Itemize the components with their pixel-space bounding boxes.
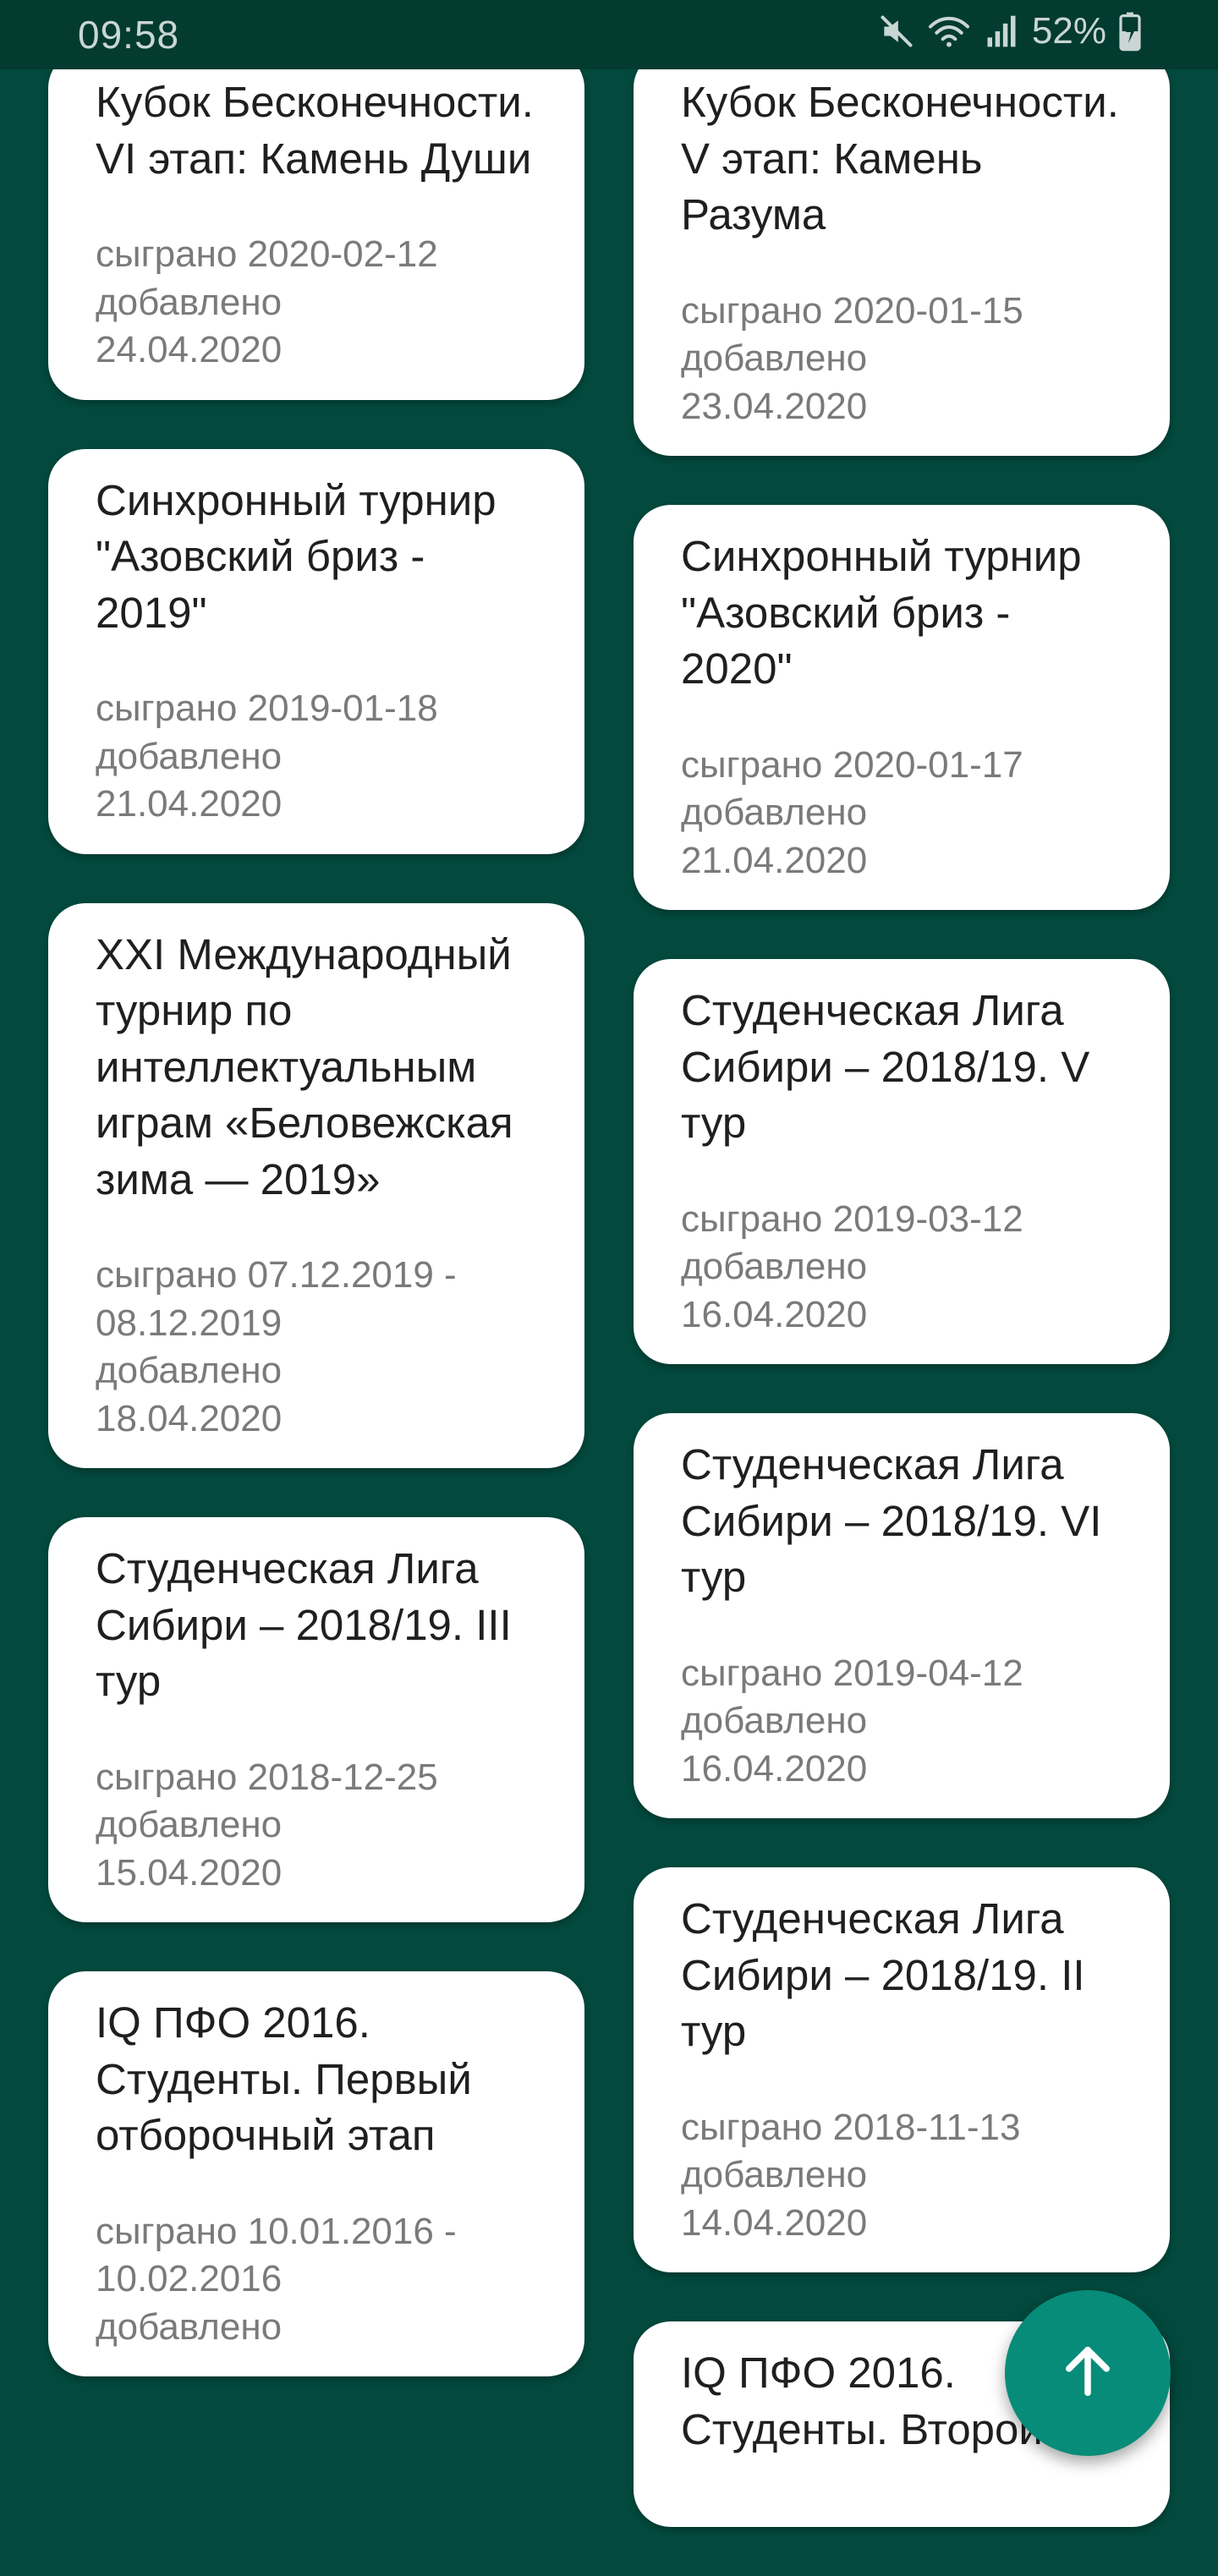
added-date: 18.04.2020 bbox=[96, 1397, 283, 1439]
added-date: 21.04.2020 bbox=[96, 783, 283, 825]
tournament-title: Студенческая Лига Сибири – 2018/19. V ту… bbox=[681, 986, 1090, 1147]
battery-text: 52% bbox=[1031, 10, 1106, 52]
added-label: добавлено bbox=[96, 735, 283, 777]
tournament-card[interactable]: Студенческая Лига Сибири – 2018/19. VI т… bbox=[634, 1413, 1170, 1818]
tournament-meta: сыграно 07.12.2019 - 08.12.2019 добавлен… bbox=[96, 1252, 537, 1443]
status-icons: 52% bbox=[878, 10, 1142, 52]
added-date: 14.04.2020 bbox=[681, 2201, 868, 2244]
tournament-title: Студенческая Лига Сибири – 2018/19. II т… bbox=[681, 1894, 1085, 2055]
played-date: сыграно 2020-01-17 bbox=[681, 743, 1023, 786]
played-date: сыграно 2019-01-18 bbox=[96, 688, 438, 729]
played-date: сыграно 2019-04-12 bbox=[681, 1652, 1023, 1694]
tournament-card[interactable]: Кубок Бесконечности. VI этап: Камень Душ… bbox=[48, 51, 584, 400]
tournament-card[interactable]: IQ ПФО 2016. Студенты. Первый отборочный… bbox=[48, 1971, 584, 2376]
tournament-meta: сыграно 2020-02-12 добавлено 24.04.2020 bbox=[96, 231, 537, 375]
tournament-title: Кубок Бесконечности. V этап: Камень Разу… bbox=[681, 78, 1119, 238]
added-label: добавлено bbox=[96, 281, 283, 323]
tournament-card[interactable]: Кубок Бесконечности. V этап: Камень Разу… bbox=[634, 51, 1170, 456]
right-column: Кубок Бесконечности. V этап: Камень Разу… bbox=[634, 51, 1170, 2576]
signal-icon bbox=[983, 13, 1020, 50]
added-date: 16.04.2020 bbox=[681, 1293, 868, 1335]
mute-icon bbox=[878, 13, 915, 50]
played-date: сыграно 2020-01-15 bbox=[681, 289, 1023, 332]
tournament-meta: сыграно 2020-01-17 добавлено 21.04.2020 bbox=[681, 742, 1122, 885]
tournament-card[interactable]: XXI Международный турнир по интеллектуал… bbox=[48, 902, 584, 1468]
scroll-to-top-button[interactable] bbox=[1005, 2290, 1171, 2456]
tournament-meta: сыграно 2018-11-13 добавлено 14.04.2020 bbox=[681, 2104, 1122, 2248]
added-label: добавлено bbox=[96, 1804, 283, 1845]
added-label: добавлено bbox=[681, 1700, 868, 1741]
played-date: сыграно 2019-03-12 bbox=[681, 1198, 1023, 1240]
added-label: добавлено bbox=[96, 2305, 283, 2348]
tournament-title: Кубок Бесконечности. VI этап: Камень Душ… bbox=[96, 78, 534, 183]
tournament-meta: сыграно 10.01.2016 - 10.02.2016 добавлен… bbox=[96, 2208, 537, 2352]
tournament-title: Студенческая Лига Сибири – 2018/19. VI т… bbox=[681, 1440, 1102, 1601]
battery-icon bbox=[1118, 11, 1142, 52]
tournament-card[interactable]: Синхронный турнир "Азовский бриз - 2019"… bbox=[48, 448, 584, 854]
tournament-meta: сыграно 2019-03-12 добавлено 16.04.2020 bbox=[681, 1196, 1122, 1340]
tournament-meta: сыграно 2020-01-15 добавлено 23.04.2020 bbox=[681, 288, 1122, 431]
tournament-feed[interactable]: Кубок Бесконечности. VI этап: Камень Душ… bbox=[0, 0, 1218, 2527]
tournament-title: IQ ПФО 2016. Студенты. Первый отборочный… bbox=[96, 1998, 472, 2159]
tournament-card[interactable]: Синхронный турнир "Азовский бриз - 2020"… bbox=[634, 505, 1170, 910]
added-date: 21.04.2020 bbox=[681, 839, 868, 881]
played-date: сыграно 07.12.2019 - 08.12.2019 bbox=[96, 1254, 457, 1344]
tournament-meta: сыграно 2019-04-12 добавлено 16.04.2020 bbox=[681, 1650, 1122, 1794]
arrow-up-icon bbox=[1056, 2339, 1120, 2408]
played-date: сыграно 2018-11-13 bbox=[681, 2106, 1021, 2148]
tournament-title: XXI Международный турнир по интеллектуал… bbox=[96, 929, 513, 1203]
tournament-title: Студенческая Лига Сибири – 2018/19. III … bbox=[96, 1544, 512, 1705]
wifi-icon bbox=[927, 13, 971, 50]
added-label: добавлено bbox=[681, 2154, 868, 2195]
added-date: 16.04.2020 bbox=[681, 1747, 868, 1789]
added-label: добавлено bbox=[681, 1246, 868, 1287]
tournament-card[interactable]: Студенческая Лига Сибири – 2018/19. III … bbox=[48, 1517, 584, 1922]
tournament-card[interactable]: Студенческая Лига Сибири – 2018/19. V ту… bbox=[634, 959, 1170, 1364]
tournament-meta: сыграно 2019-01-18 добавлено 21.04.2020 bbox=[96, 685, 537, 829]
played-date: сыграно 10.01.2016 - 10.02.2016 bbox=[96, 2210, 457, 2300]
left-column: Кубок Бесконечности. VI этап: Камень Душ… bbox=[48, 51, 584, 2425]
added-date: 15.04.2020 bbox=[96, 1851, 283, 1894]
tournament-meta: сыграно 2018-12-25 добавлено 15.04.2020 bbox=[96, 1754, 537, 1898]
tournament-title: Синхронный турнир "Азовский бриз - 2019" bbox=[96, 475, 497, 637]
played-date: сыграно 2020-02-12 bbox=[96, 233, 438, 275]
added-label: добавлено bbox=[96, 1350, 283, 1391]
tournament-card[interactable]: Студенческая Лига Сибири – 2018/19. II т… bbox=[634, 1867, 1170, 2272]
added-label: добавлено bbox=[681, 337, 868, 379]
status-bar: 09:58 52% bbox=[0, 0, 1218, 69]
status-time: 09:58 bbox=[78, 13, 180, 57]
added-label: добавлено bbox=[681, 792, 868, 833]
tournament-title: Синхронный турнир "Азовский бриз - 2020" bbox=[681, 532, 1082, 693]
added-date: 23.04.2020 bbox=[681, 385, 868, 427]
played-date: сыграно 2018-12-25 bbox=[96, 1756, 438, 1798]
added-date: 24.04.2020 bbox=[96, 329, 283, 370]
